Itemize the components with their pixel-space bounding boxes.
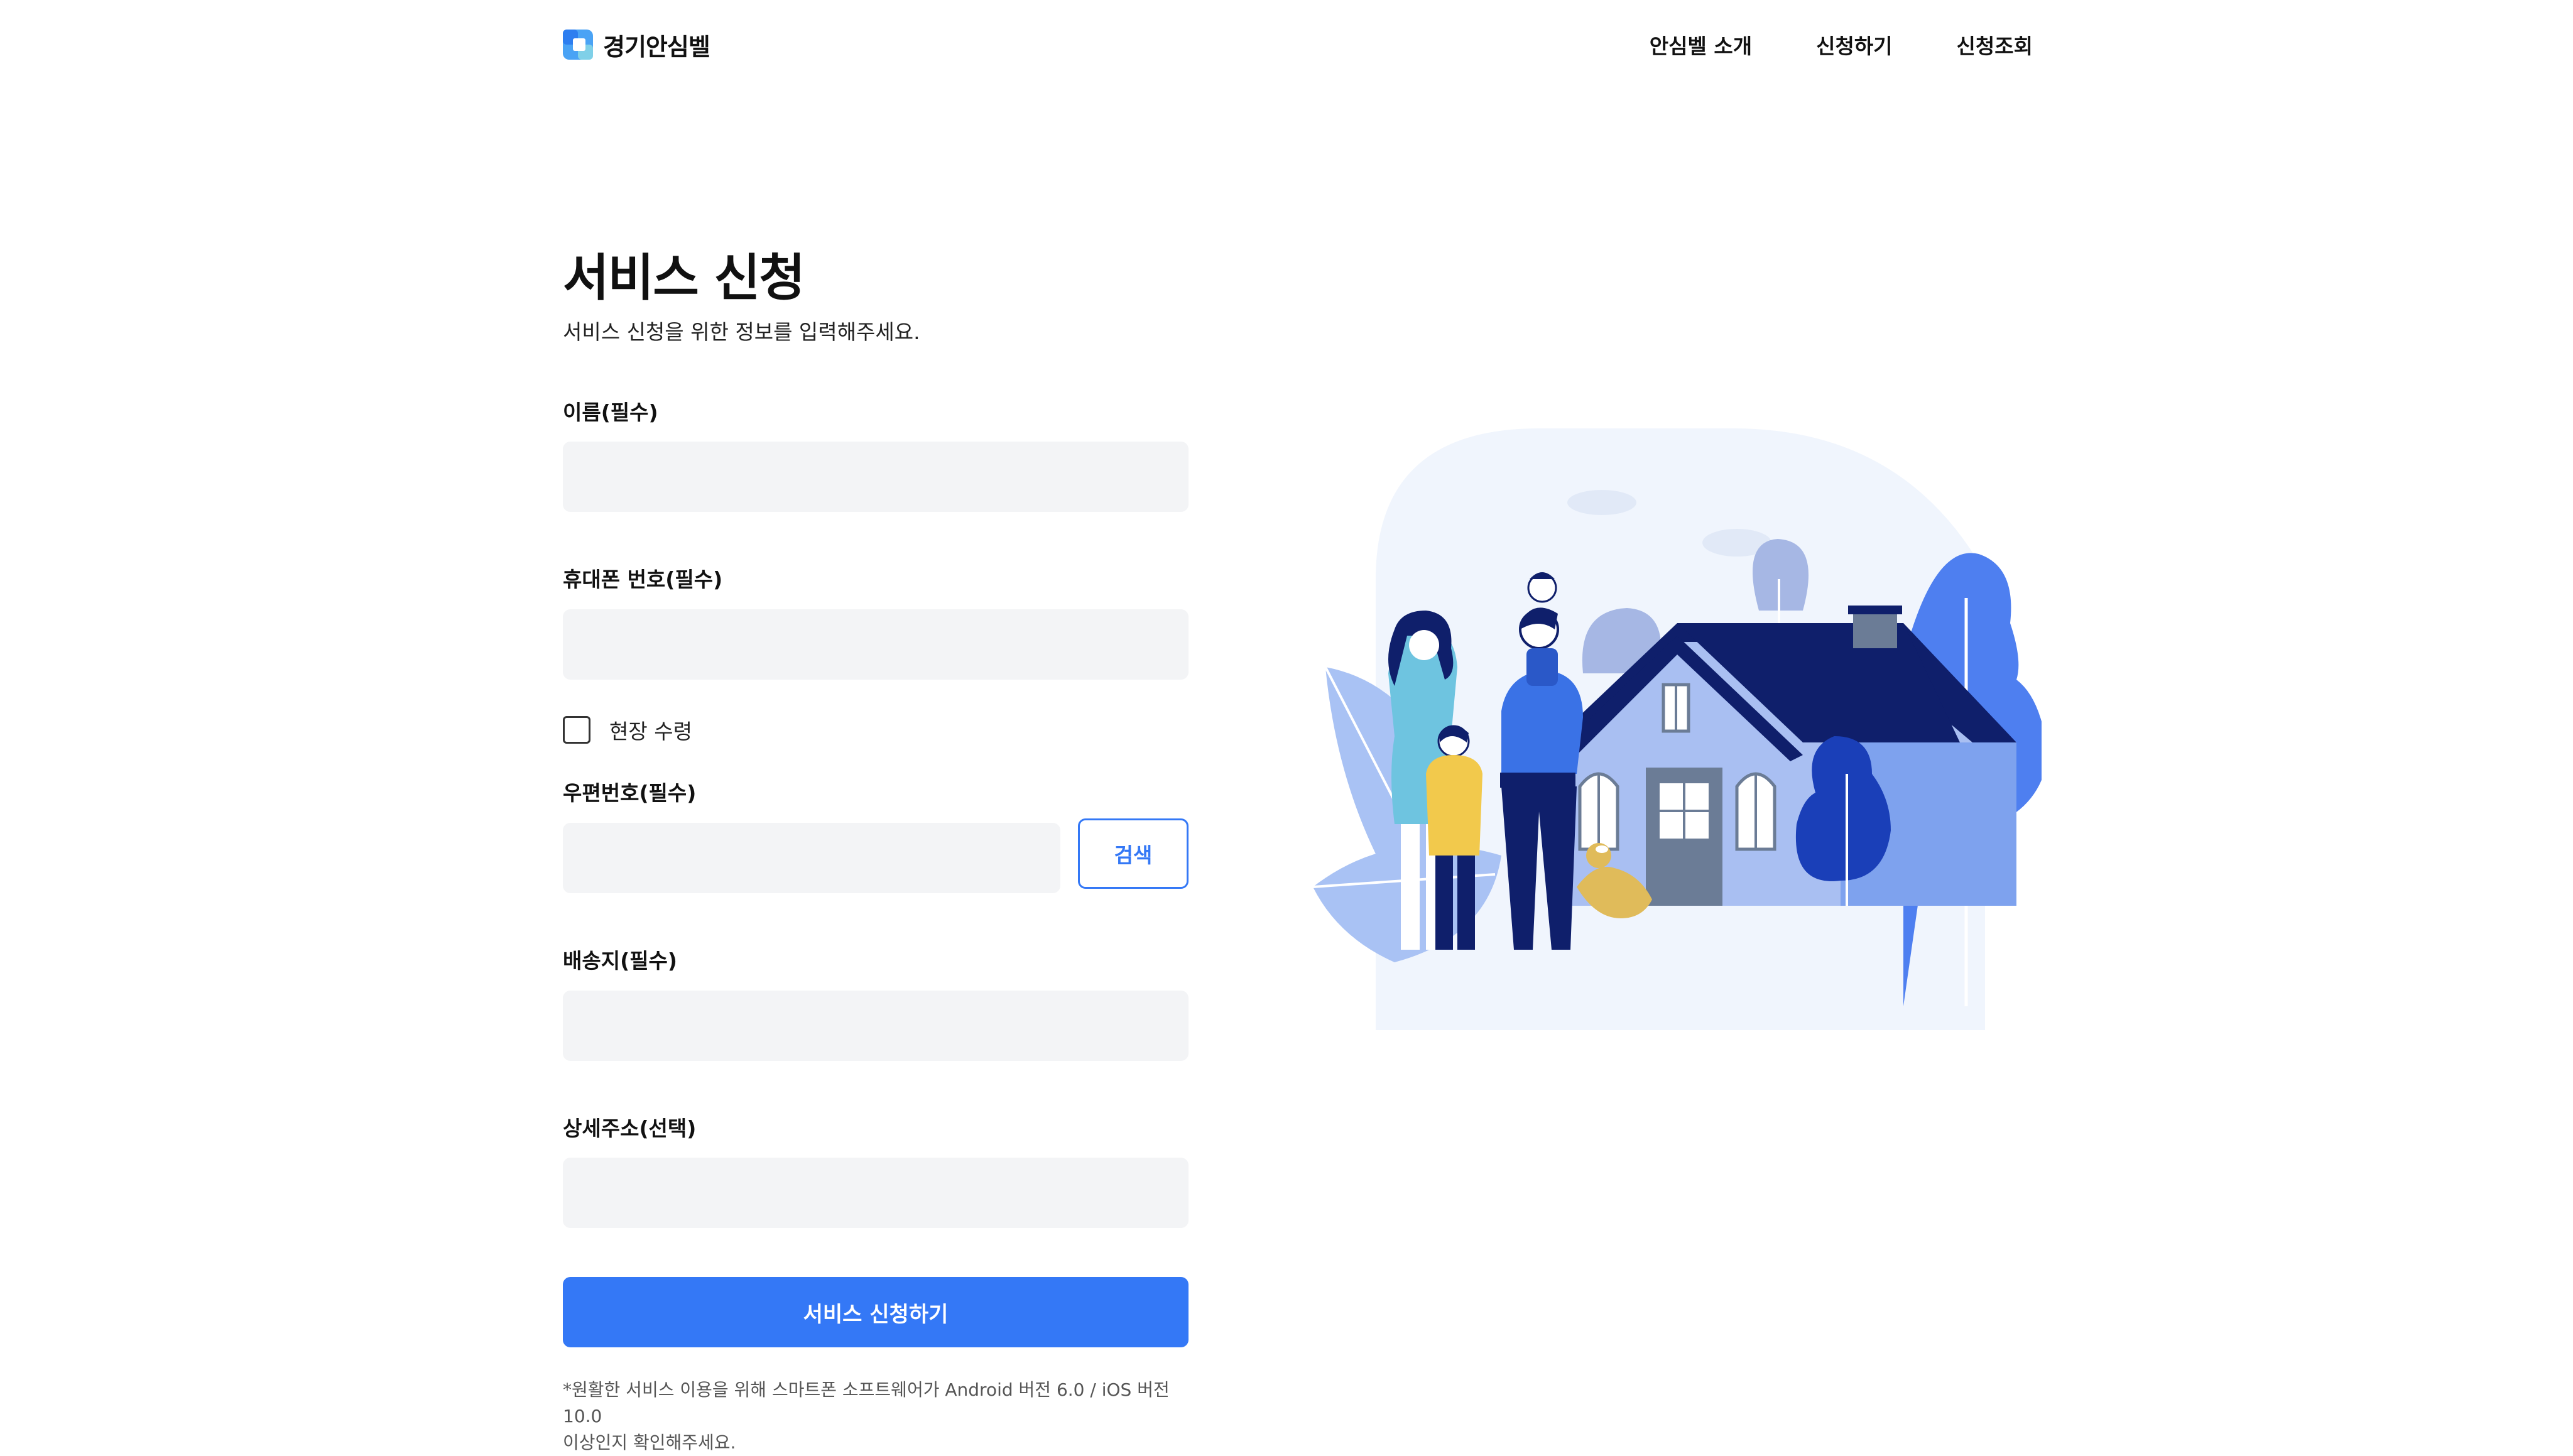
onsite-pickup-label: 현장 수령 [609, 719, 692, 744]
submit-button[interactable]: 서비스 신청하기 [563, 1277, 1189, 1347]
nav-item-apply[interactable]: 신청하기 [1816, 30, 1892, 60]
logo-icon [563, 30, 593, 60]
page-subtitle: 서비스 신청을 위한 정보를 입력해주세요. [563, 320, 920, 344]
address-input[interactable] [563, 991, 1189, 1061]
nav-item-lookup[interactable]: 신청조회 [1957, 30, 2033, 60]
name-label: 이름(필수) [563, 400, 658, 425]
page-title: 서비스 신청 [563, 249, 805, 307]
brand[interactable]: 경기안심벨 [563, 29, 710, 61]
compatibility-note: *원활한 서비스 이용을 위해 스마트폰 소프트웨어가 Android 버전 6… [563, 1377, 1191, 1456]
address-label: 배송지(필수) [563, 948, 677, 973]
family-house-illustration [1312, 428, 2042, 1030]
onsite-pickup-row[interactable]: 현장 수령 [563, 715, 692, 745]
postcode-label: 우편번호(필수) [563, 781, 697, 805]
main-nav: 안심벨 소개 신청하기 신청조회 [1650, 29, 2033, 60]
phone-label: 휴대폰 번호(필수) [563, 567, 723, 592]
note-line-2: 이상인지 확인해주세요. [563, 1432, 736, 1453]
nav-item-intro[interactable]: 안심벨 소개 [1650, 30, 1752, 60]
name-input[interactable] [563, 442, 1189, 512]
detail-address-label: 상세주소(선택) [563, 1116, 697, 1141]
phone-input[interactable] [563, 609, 1189, 680]
postcode-input[interactable] [563, 823, 1060, 893]
brand-name: 경기안심벨 [603, 33, 710, 61]
onsite-pickup-checkbox[interactable] [563, 716, 590, 744]
detail-address-input[interactable] [563, 1158, 1189, 1228]
postcode-search-button[interactable]: 검색 [1078, 818, 1189, 889]
note-line-1: *원활한 서비스 이용을 위해 스마트폰 소프트웨어가 Android 버전 6… [563, 1379, 1170, 1426]
top-header: 경기안심벨 안심벨 소개 신청하기 신청조회 [0, 0, 2573, 89]
